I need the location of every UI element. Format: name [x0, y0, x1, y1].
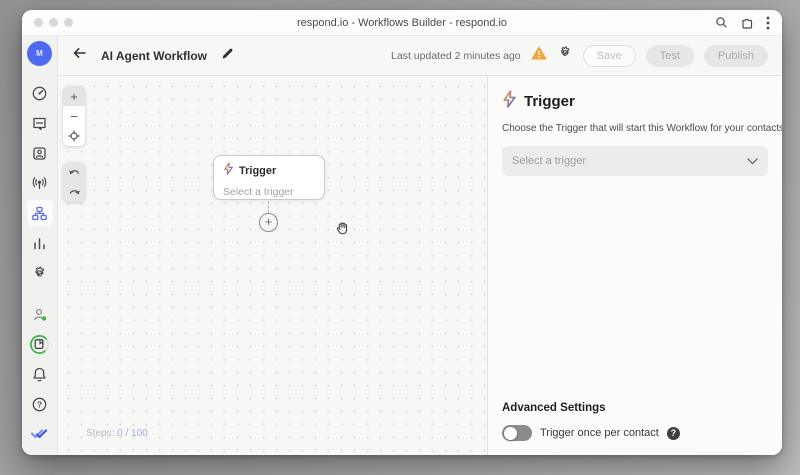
dropdown-placeholder: Select a trigger	[512, 155, 747, 167]
trigger-bolt-icon	[502, 90, 517, 113]
toggle-help-icon[interactable]: ?	[667, 427, 680, 440]
notifications-icon[interactable]	[27, 361, 53, 387]
app-sidebar: M	[22, 36, 58, 455]
sidebar-item-workflows[interactable]	[27, 200, 53, 226]
extensions-icon[interactable]	[740, 16, 754, 30]
browser-titlebar: respond.io - Workflows Builder - respond…	[22, 10, 782, 36]
node-title: Trigger	[239, 165, 276, 177]
sidebar-item-reports[interactable]	[27, 230, 53, 256]
hand-cursor-icon	[334, 219, 351, 241]
sidebar-item-contacts[interactable]	[27, 140, 53, 166]
panel-title: Trigger	[524, 93, 575, 110]
respond-logo-icon	[27, 421, 53, 447]
trigger-bolt-icon	[223, 162, 234, 180]
last-updated-text: Last updated 2 minutes ago	[391, 50, 521, 62]
toggle-label: Trigger once per contact	[540, 427, 659, 439]
agent-status-icon[interactable]	[27, 301, 53, 327]
history-controls	[63, 162, 85, 202]
svg-text:?: ?	[37, 399, 42, 409]
browser-tab-title: respond.io - Workflows Builder - respond…	[22, 17, 782, 29]
node-connector-line	[268, 201, 269, 213]
workflow-settings-icon[interactable]	[557, 45, 573, 66]
trigger-node[interactable]: Trigger Select a trigger	[213, 155, 325, 200]
redo-button[interactable]	[63, 182, 85, 202]
search-icon[interactable]	[715, 16, 728, 29]
onboarding-progress-icon[interactable]	[27, 331, 53, 357]
help-icon[interactable]: ?	[27, 391, 53, 417]
node-placeholder: Select a trigger	[223, 186, 315, 198]
trigger-config-panel: Trigger Choose the Trigger that will sta…	[487, 76, 782, 455]
advanced-settings-section: Advanced Settings Trigger once per conta…	[502, 402, 768, 441]
zoom-controls: + −	[63, 86, 85, 146]
sidebar-item-messages[interactable]	[27, 110, 53, 136]
edit-title-icon[interactable]	[221, 47, 234, 65]
advanced-settings-title: Advanced Settings	[502, 402, 768, 414]
trigger-once-toggle[interactable]	[502, 425, 532, 441]
trigger-select-dropdown[interactable]: Select a trigger	[502, 146, 768, 176]
back-button[interactable]	[72, 46, 87, 65]
workflow-toolbar: AI Agent Workflow Last updated 2 minutes…	[58, 36, 782, 76]
add-step-button[interactable]: +	[259, 213, 278, 232]
maximize-window-button[interactable]	[64, 18, 73, 27]
workflow-canvas[interactable]: + −	[58, 76, 487, 455]
traffic-lights	[34, 18, 73, 27]
sidebar-item-dashboard[interactable]	[27, 80, 53, 106]
workspace-avatar[interactable]: M	[27, 41, 52, 66]
chevron-down-icon	[747, 152, 758, 170]
test-button[interactable]: Test	[646, 45, 694, 67]
sidebar-item-settings[interactable]	[27, 260, 53, 286]
zoom-out-button[interactable]: −	[63, 106, 85, 126]
minimize-window-button[interactable]	[49, 18, 58, 27]
workflow-title: AI Agent Workflow	[101, 49, 207, 63]
browser-menu-icon[interactable]	[766, 16, 770, 30]
zoom-in-button[interactable]: +	[63, 86, 85, 106]
browser-window: respond.io - Workflows Builder - respond…	[22, 10, 782, 455]
publish-button[interactable]: Publish	[704, 45, 768, 67]
save-button[interactable]: Save	[583, 45, 636, 67]
steps-counter: Steps: 0 / 100	[86, 428, 148, 439]
panel-description: Choose the Trigger that will start this …	[502, 123, 768, 134]
sidebar-item-broadcast[interactable]	[27, 170, 53, 196]
warning-icon[interactable]	[531, 46, 547, 65]
fit-view-button[interactable]	[63, 126, 85, 146]
close-window-button[interactable]	[34, 18, 43, 27]
undo-button[interactable]	[63, 162, 85, 182]
